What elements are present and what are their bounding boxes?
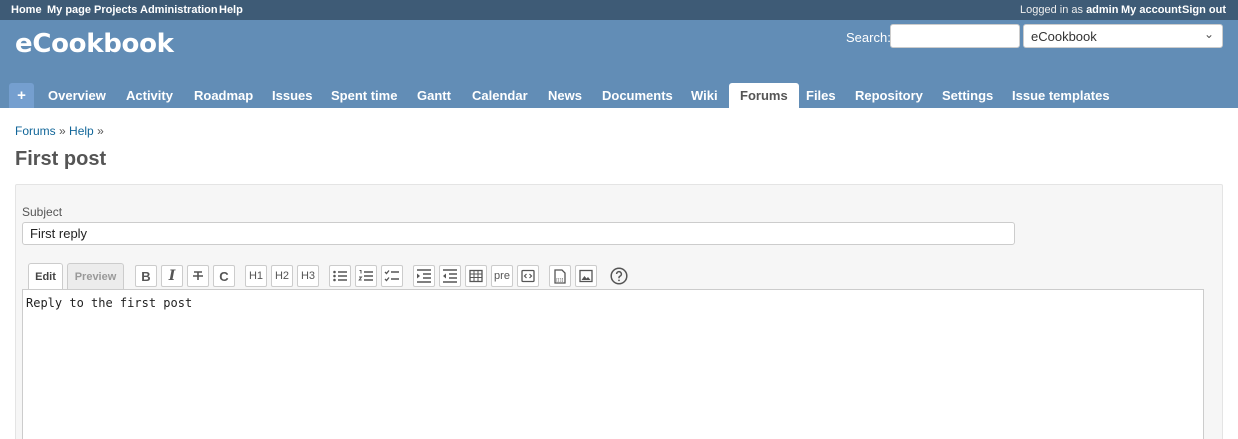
project-title[interactable]: eCookbook (15, 29, 174, 59)
heading-2-button[interactable]: H2 (271, 265, 293, 287)
login-user[interactable]: admin (1086, 4, 1118, 16)
login-info: Logged in as admin (1020, 4, 1118, 16)
code-highlight-button[interactable] (517, 265, 539, 287)
tab-calendar[interactable]: Calendar (461, 83, 539, 108)
search-label: Search: (846, 30, 891, 45)
strikethrough-button[interactable] (187, 265, 209, 287)
editor-tab-edit[interactable]: Edit (28, 263, 63, 291)
top-menu: Home My page Projects Administration Hel… (0, 0, 1238, 20)
my-account-link[interactable]: My account (1121, 4, 1182, 16)
chevron-down-icon: ⌄ (1203, 27, 1214, 41)
top-link-projects[interactable]: Projects (94, 4, 137, 16)
project-select-value: eCookbook (1031, 29, 1097, 44)
new-object-button[interactable]: + (9, 83, 34, 108)
breadcrumb: Forums » Help » (15, 124, 104, 138)
tab-roadmap[interactable]: Roadmap (183, 83, 264, 108)
heading-3-icon: H3 (300, 270, 316, 282)
inline-code-button[interactable]: C (213, 265, 235, 287)
tab-documents[interactable]: Documents (591, 83, 684, 108)
tab-news[interactable]: News (537, 83, 593, 108)
heading-1-icon: H1 (248, 270, 264, 282)
top-link-my-page[interactable]: My page (47, 4, 91, 16)
wiki-link-button[interactable]: [[]] (549, 265, 571, 287)
top-link-administration[interactable]: Administration (140, 4, 218, 16)
tab-forums[interactable]: Forums (729, 83, 799, 108)
bold-button[interactable]: B (135, 265, 157, 287)
sign-out-link[interactable]: Sign out (1182, 4, 1226, 16)
checklist-icon (384, 270, 399, 282)
image-icon (579, 269, 593, 283)
indent-icon (417, 269, 431, 283)
unordered-list-button[interactable] (329, 265, 351, 287)
message-content-textarea[interactable]: Reply to the first post (22, 289, 1204, 439)
top-link-help[interactable]: Help (219, 4, 243, 16)
wiki-page-icon: [[]] (554, 268, 566, 284)
subject-label: Subject (22, 205, 63, 219)
task-list-button[interactable] (381, 265, 403, 287)
outdent-button[interactable] (439, 265, 461, 287)
tab-files[interactable]: Files (795, 83, 847, 108)
ordered-list-button[interactable] (355, 265, 377, 287)
tab-issue-templates[interactable]: Issue templates (1001, 83, 1121, 108)
tab-gantt[interactable]: Gantt (406, 83, 462, 108)
heading-2-icon: H2 (274, 270, 290, 282)
breadcrumb-separator: » (97, 124, 104, 138)
italic-icon: I (168, 268, 176, 284)
preformatted-button[interactable]: pre (491, 265, 513, 287)
help-button[interactable] (608, 265, 630, 287)
subject-input[interactable]: First reply (22, 222, 1015, 245)
heading-1-button[interactable]: H1 (245, 265, 267, 287)
breadcrumb-forums[interactable]: Forums (15, 124, 56, 138)
numbered-list-icon (358, 270, 373, 281)
tab-overview[interactable]: Overview (37, 83, 117, 108)
pre-icon: pre (494, 270, 510, 282)
bullet-list-icon (333, 270, 347, 282)
indent-button[interactable] (413, 265, 435, 287)
help-icon (610, 267, 628, 285)
project-jump-select[interactable]: eCookbook ⌄ (1023, 24, 1223, 48)
login-prefix: Logged in as (1020, 4, 1083, 16)
heading-3-button[interactable]: H3 (297, 265, 319, 287)
header: eCookbook Search: eCookbook ⌄ + Overview… (0, 20, 1238, 108)
tab-settings[interactable]: Settings (931, 83, 1004, 108)
strikethrough-icon (193, 271, 203, 280)
tab-activity[interactable]: Activity (115, 83, 184, 108)
search-input[interactable] (890, 24, 1020, 48)
table-button[interactable] (465, 265, 487, 287)
italic-button[interactable]: I (161, 265, 183, 287)
breadcrumb-separator: » (59, 124, 66, 138)
code-block-icon (521, 269, 535, 283)
svg-text:[[]]: [[]] (556, 277, 563, 283)
table-icon (469, 269, 483, 283)
tab-spent-time[interactable]: Spent time (320, 83, 408, 108)
page-title: First post (15, 148, 107, 170)
breadcrumb-help[interactable]: Help (69, 124, 94, 138)
image-button[interactable] (575, 265, 597, 287)
tab-issues[interactable]: Issues (261, 83, 323, 108)
editor-tab-preview[interactable]: Preview (67, 263, 124, 290)
bold-icon: B (141, 268, 151, 284)
tab-wiki[interactable]: Wiki (680, 83, 729, 108)
code-icon: C (219, 268, 229, 284)
top-link-home[interactable]: Home (11, 4, 42, 16)
outdent-icon (443, 269, 457, 283)
tab-repository[interactable]: Repository (844, 83, 934, 108)
